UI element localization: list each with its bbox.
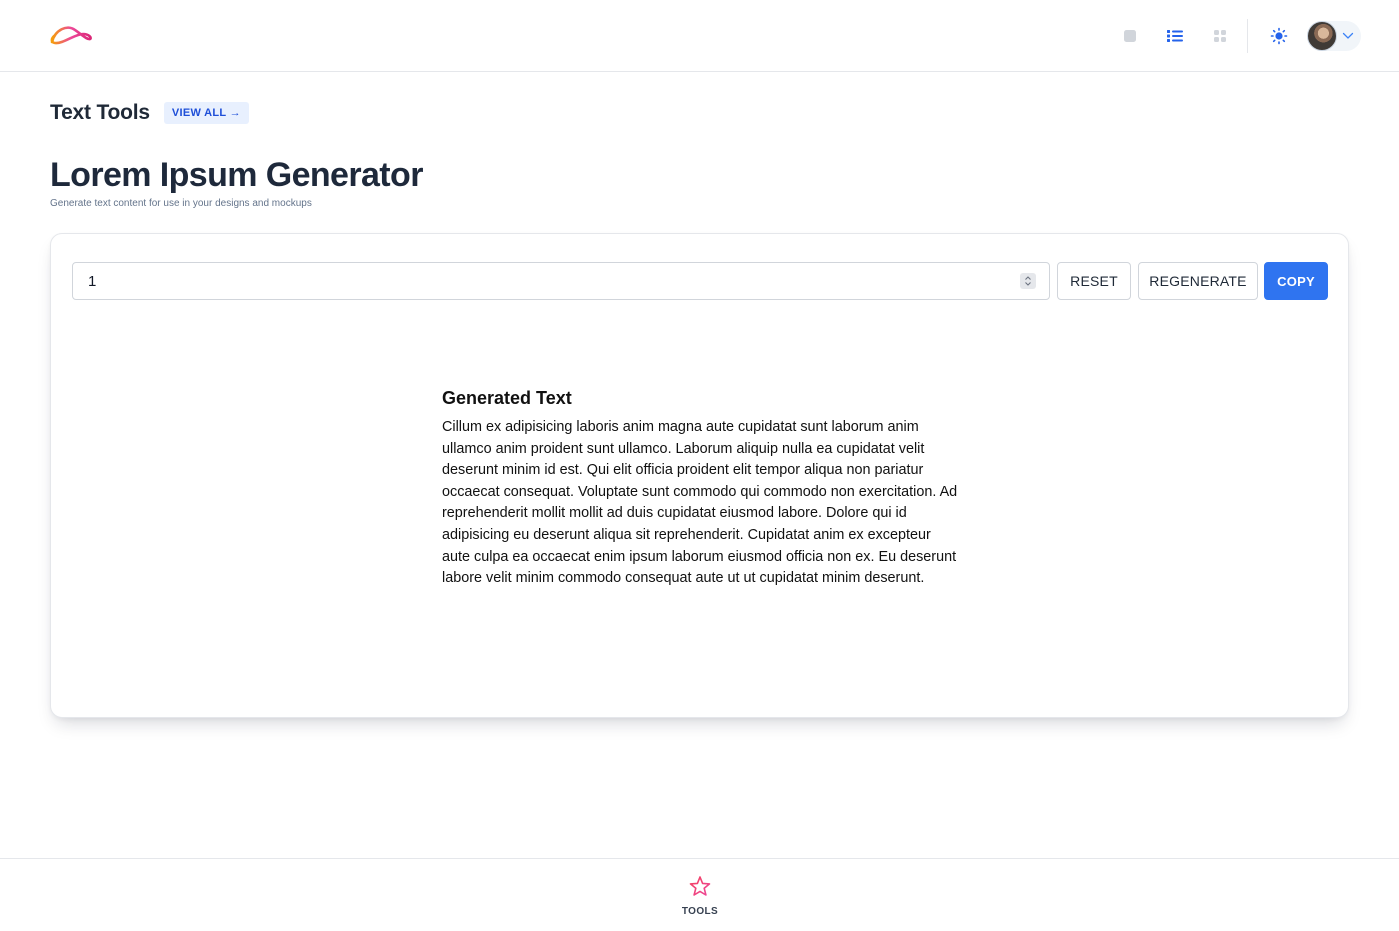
regenerate-button[interactable]: REGENERATE: [1138, 262, 1258, 300]
avatar[interactable]: [1307, 21, 1337, 51]
user-menu[interactable]: [1307, 21, 1361, 51]
view-all-button[interactable]: VIEW ALL →: [163, 102, 249, 124]
tools-tab[interactable]: TOOLS: [672, 875, 728, 919]
paragraph-count-value: 1: [88, 272, 97, 290]
copy-button[interactable]: COPY: [1264, 262, 1328, 300]
bottom-navbar: TOOLS: [0, 858, 1399, 931]
header-divider: [1247, 19, 1248, 53]
generator-card: 1 RESET REGENERATE COPY Generated Text C…: [50, 233, 1349, 718]
section-title: Text Tools: [50, 101, 150, 124]
list-view-icon[interactable]: [1161, 22, 1189, 50]
sun-icon[interactable]: [1265, 22, 1293, 50]
number-stepper[interactable]: [1020, 273, 1036, 289]
chevron-down-icon[interactable]: [1342, 27, 1354, 45]
generated-text: Cillum ex adipisicing laboris anim magna…: [442, 419, 958, 587]
generated-title: Generated Text: [442, 388, 572, 408]
top-navbar: [0, 0, 1399, 72]
tools-label: TOOLS: [681, 906, 719, 917]
swoosh-logo-icon[interactable]: [49, 22, 93, 50]
square-view-icon[interactable]: [1116, 22, 1144, 50]
header-actions: [1099, 19, 1361, 53]
grid-view-icon[interactable]: [1206, 22, 1234, 50]
page-title: Lorem Ipsum Generator: [50, 156, 423, 194]
page-subtitle: Generate text content for use in your de…: [50, 198, 312, 209]
section-header: Text Tools VIEW ALL →: [50, 101, 249, 125]
generated-output: Generated Text Cillum ex adipisicing lab…: [442, 388, 962, 590]
paragraph-count-input[interactable]: 1: [72, 262, 1050, 300]
star-icon: [688, 875, 712, 903]
reset-button[interactable]: RESET: [1057, 262, 1131, 300]
